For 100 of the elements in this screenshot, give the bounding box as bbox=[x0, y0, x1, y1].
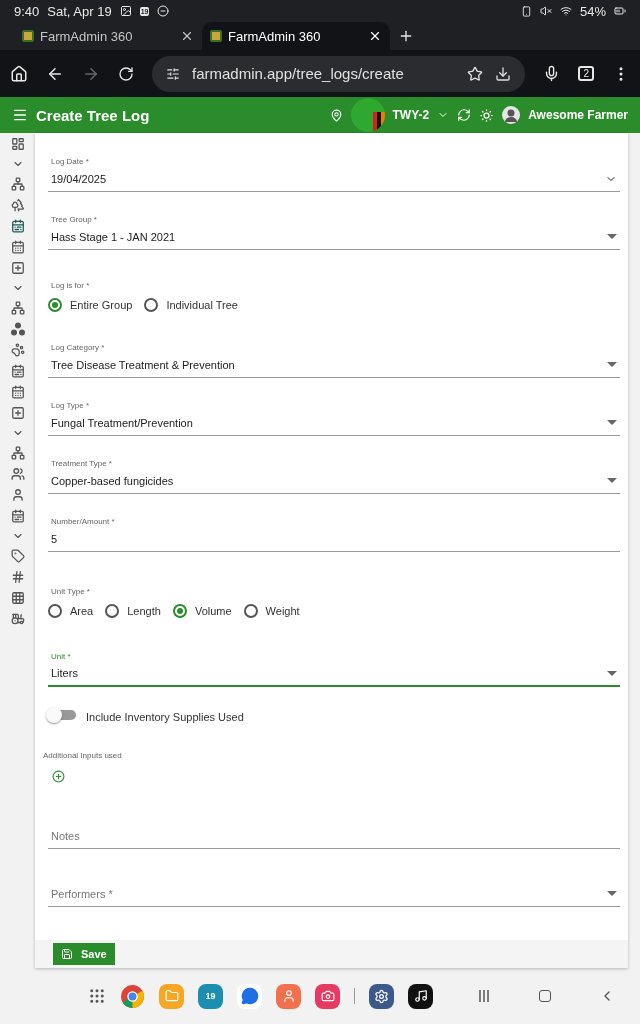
messages-icon[interactable] bbox=[237, 983, 262, 1009]
mute-icon bbox=[539, 5, 552, 17]
calendar-app-icon[interactable]: 19 bbox=[198, 983, 223, 1009]
dropdown-caret-icon bbox=[607, 670, 617, 676]
field-label: Log Type * bbox=[50, 401, 91, 410]
radio-label: Individual Tree bbox=[166, 299, 238, 311]
field-label: Unit * bbox=[50, 652, 72, 661]
select-field[interactable]: Performers * bbox=[48, 885, 620, 907]
dots-icon[interactable] bbox=[10, 322, 25, 336]
field-label: Number/Amount * bbox=[50, 517, 116, 526]
favicon-icon bbox=[210, 30, 222, 42]
new-tab-icon[interactable] bbox=[398, 28, 414, 44]
tag-icon[interactable] bbox=[10, 549, 25, 563]
dropdown-caret-icon bbox=[607, 891, 617, 896]
add-icon[interactable] bbox=[10, 261, 25, 275]
download-icon[interactable] bbox=[495, 65, 512, 82]
hub-icon[interactable] bbox=[10, 446, 25, 460]
close-icon[interactable] bbox=[368, 29, 382, 43]
site-settings-icon[interactable] bbox=[166, 66, 180, 81]
farm-selector[interactable]: TWY-2 bbox=[392, 108, 430, 122]
contacts-icon[interactable] bbox=[276, 983, 301, 1009]
tab-count[interactable]: 2 bbox=[578, 66, 594, 81]
recent-apps-icon[interactable] bbox=[477, 989, 491, 1003]
person-icon[interactable] bbox=[10, 488, 25, 502]
field-label: Log is for * bbox=[50, 281, 91, 290]
address-bar[interactable]: farmadmin.app/tree_logs/create bbox=[152, 55, 526, 92]
clock: 9:40 bbox=[14, 3, 40, 19]
input-field[interactable]: Notes bbox=[48, 827, 620, 849]
brightness-icon[interactable] bbox=[479, 107, 495, 123]
save-button[interactable]: Save bbox=[53, 943, 115, 965]
dropdown-caret-icon bbox=[607, 362, 617, 367]
event-icon[interactable] bbox=[10, 509, 25, 523]
refresh-icon[interactable] bbox=[457, 108, 472, 122]
field-label: Log Date * bbox=[50, 157, 90, 166]
dropdown-caret-icon bbox=[607, 420, 617, 425]
section-label: Additional Inputs used bbox=[42, 751, 123, 760]
radio-button[interactable] bbox=[48, 298, 62, 312]
tractor-icon[interactable] bbox=[10, 612, 25, 626]
browser-tab[interactable]: FarmAdmin 360 bbox=[14, 22, 202, 50]
toggle-switch[interactable] bbox=[48, 710, 76, 720]
flag-icon[interactable] bbox=[350, 98, 385, 132]
event-icon[interactable] bbox=[10, 364, 25, 378]
add-icon[interactable] bbox=[10, 406, 25, 420]
dashboard-icon[interactable] bbox=[10, 137, 25, 151]
date: Sat, Apr 19 bbox=[47, 3, 112, 19]
wifi-icon bbox=[559, 5, 572, 17]
music-note-icon[interactable] bbox=[408, 983, 433, 1009]
favicon-icon bbox=[22, 30, 34, 42]
do-not-disturb-icon bbox=[157, 5, 170, 17]
select-field[interactable]: Hass Stage 1 - JAN 2021 bbox=[48, 228, 620, 250]
hub-icon[interactable] bbox=[10, 301, 25, 315]
grid-icon[interactable] bbox=[10, 591, 25, 605]
battery-level: 54% bbox=[579, 3, 606, 19]
event-icon[interactable] bbox=[10, 219, 25, 233]
camera-icon[interactable] bbox=[315, 983, 340, 1009]
user-name[interactable]: Awesome Farmer bbox=[528, 108, 628, 122]
select-field[interactable]: Liters bbox=[48, 665, 620, 687]
battery-icon bbox=[614, 5, 626, 17]
home-button[interactable] bbox=[539, 990, 551, 1002]
close-icon[interactable] bbox=[180, 29, 194, 43]
dropdown-caret-icon bbox=[607, 478, 617, 483]
radio-label: Area bbox=[70, 605, 94, 617]
field-label: Unit Type * bbox=[50, 587, 91, 596]
select-field[interactable]: Tree Disease Treatment & Prevention bbox=[48, 356, 620, 378]
calendar-icon[interactable] bbox=[10, 385, 25, 399]
radio-label: Length bbox=[127, 605, 161, 617]
reload-icon[interactable] bbox=[118, 65, 134, 82]
field-label: Log Category * bbox=[50, 343, 106, 352]
trees-icon[interactable] bbox=[10, 198, 25, 212]
date-field[interactable]: 19/04/2025 bbox=[48, 170, 620, 192]
settings-icon[interactable] bbox=[369, 983, 394, 1009]
radio-button[interactable] bbox=[48, 604, 62, 618]
browser-tab[interactable]: FarmAdmin 360 bbox=[202, 22, 390, 50]
add-icon[interactable] bbox=[52, 770, 65, 783]
avatar[interactable] bbox=[502, 106, 521, 124]
app-drawer-icon[interactable] bbox=[88, 987, 106, 1005]
people-icon[interactable] bbox=[10, 467, 25, 481]
location-pin-icon[interactable] bbox=[329, 108, 343, 122]
image-icon bbox=[119, 5, 132, 17]
select-field[interactable]: Fungal Treatment/Prevention bbox=[48, 414, 620, 436]
paw-icon[interactable] bbox=[10, 343, 25, 357]
hub-icon[interactable] bbox=[10, 177, 25, 191]
radio-button[interactable] bbox=[243, 604, 258, 618]
radio-button[interactable] bbox=[144, 298, 159, 312]
field-label: Tree Group * bbox=[50, 215, 98, 224]
calendar-icon[interactable] bbox=[10, 240, 25, 254]
dropdown-caret-icon bbox=[607, 234, 617, 239]
toggle-label: Include Inventory Supplies Used bbox=[86, 711, 244, 723]
home-icon[interactable] bbox=[10, 64, 28, 83]
radio-label: Entire Group bbox=[70, 299, 133, 311]
menu-icon[interactable] bbox=[12, 107, 28, 123]
hash-icon[interactable] bbox=[10, 570, 25, 584]
select-field[interactable]: Copper-based fungicides bbox=[48, 472, 620, 494]
chrome-icon[interactable] bbox=[120, 983, 145, 1009]
input-field[interactable]: 5 bbox=[48, 530, 620, 552]
radio-label: Volume bbox=[194, 605, 232, 617]
radio-button[interactable] bbox=[172, 604, 187, 618]
field-label: Treatment Type * bbox=[50, 459, 113, 468]
star-icon[interactable] bbox=[467, 65, 484, 82]
radio-button[interactable] bbox=[105, 604, 120, 618]
